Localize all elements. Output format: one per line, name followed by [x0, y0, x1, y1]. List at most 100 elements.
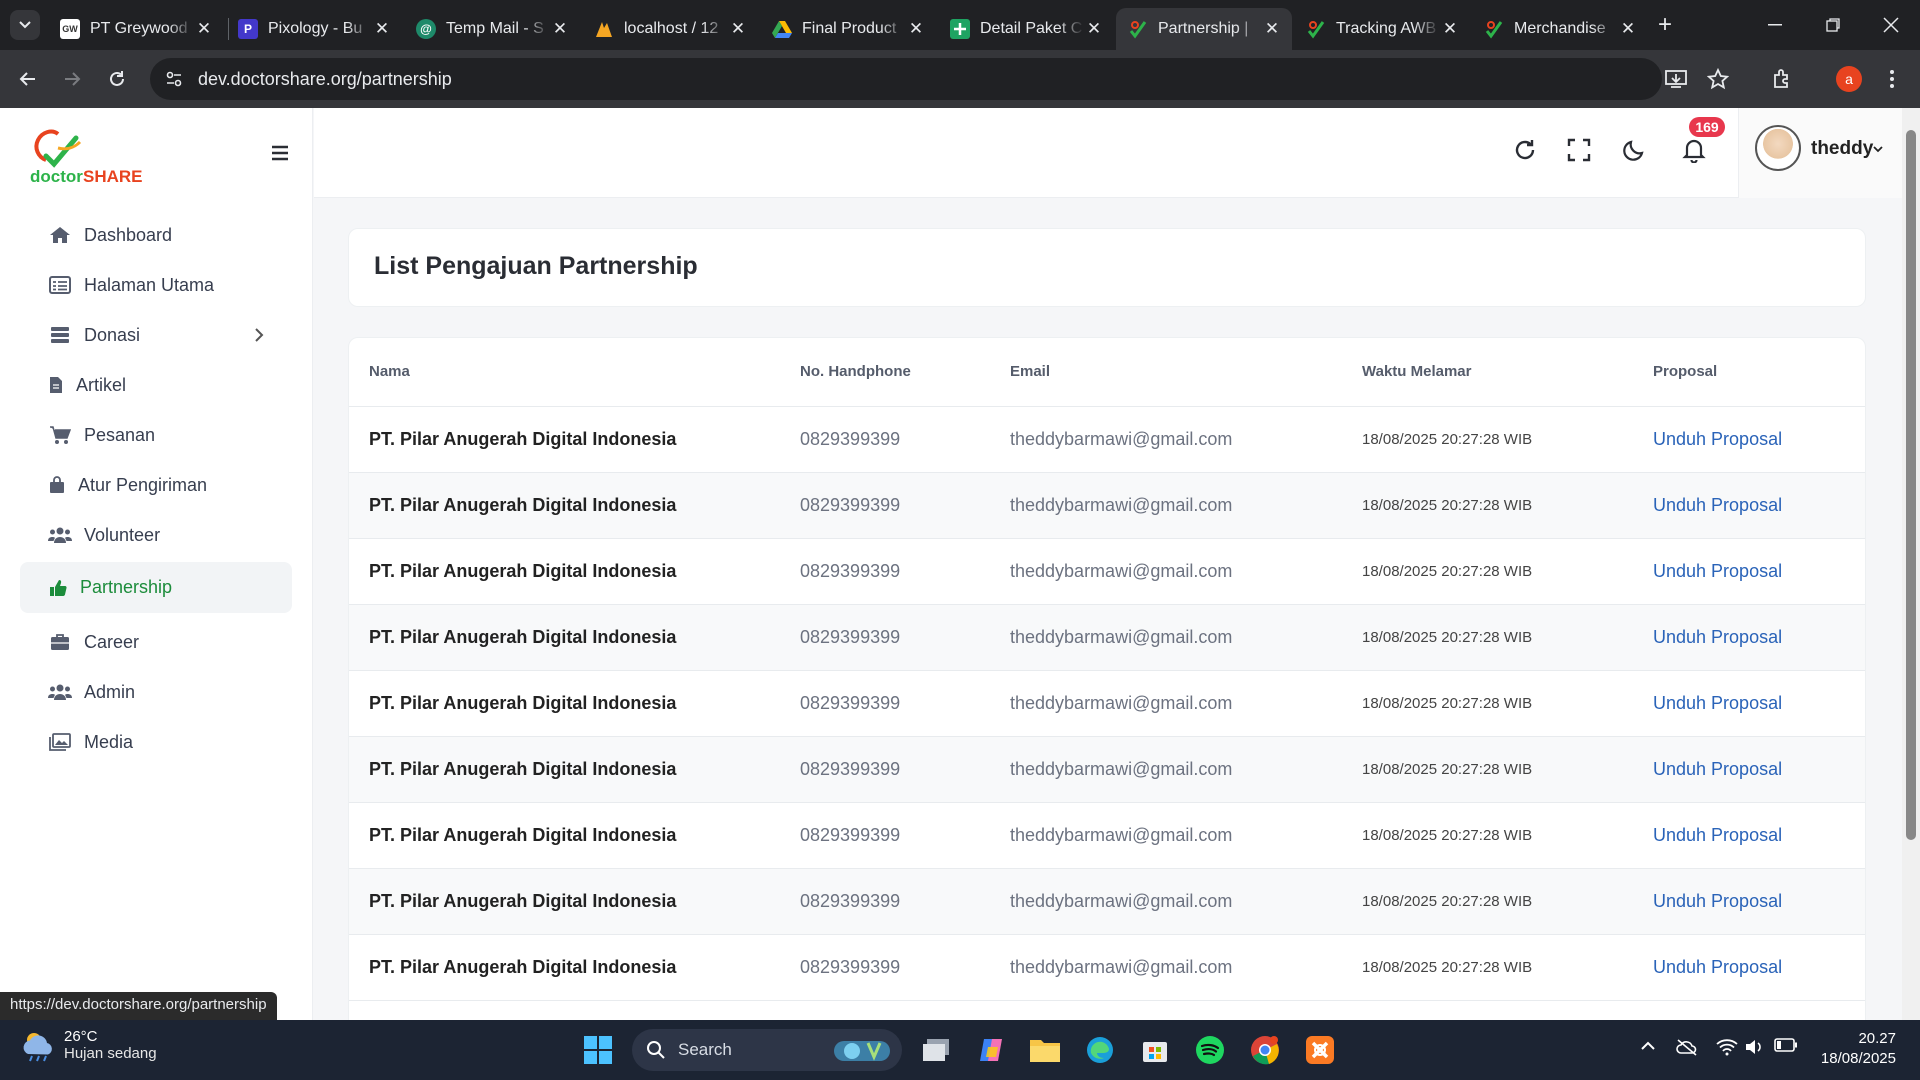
column-header-handphone[interactable]: No. Handphone	[780, 338, 990, 407]
close-icon[interactable]: ✕	[372, 19, 392, 39]
new-tab-button[interactable]: +	[1652, 11, 1678, 38]
search-label: Search	[678, 1040, 732, 1059]
download-proposal-link[interactable]: Unduh Proposal	[1633, 538, 1865, 605]
browser-menu-button[interactable]	[1876, 63, 1908, 95]
edge-button[interactable]	[1080, 1030, 1120, 1070]
close-icon[interactable]: ✕	[1084, 19, 1104, 39]
browser-tab[interactable]: @ Temp Mail - S ✕	[404, 8, 580, 50]
task-view-button[interactable]	[917, 1030, 957, 1070]
download-proposal-link[interactable]: Unduh Proposal	[1633, 670, 1865, 737]
xampp-button[interactable]	[1300, 1030, 1340, 1070]
spotify-icon	[1196, 1036, 1224, 1064]
address-bar[interactable]: dev.doctorshare.org/partnership	[150, 58, 1662, 100]
tab-search-button[interactable]	[10, 10, 40, 40]
sidebar-item-donasi[interactable]: Donasi	[20, 310, 292, 360]
volume-button[interactable]	[1744, 1038, 1764, 1061]
chevron-right-icon	[255, 328, 264, 342]
download-proposal-link[interactable]: Unduh Proposal	[1633, 406, 1865, 473]
back-button[interactable]	[10, 61, 46, 97]
sidebar-item-pesanan[interactable]: Pesanan	[20, 410, 292, 460]
page-scrollbar[interactable]	[1902, 108, 1920, 1020]
notification-count-badge: 169	[1689, 117, 1725, 137]
browser-tab[interactable]: Merchandise ✕	[1472, 8, 1648, 50]
sidebar-item-media[interactable]: Media	[20, 717, 292, 767]
browser-tab[interactable]: P Pixology - Bu ✕	[226, 8, 402, 50]
column-header-waktu-melamar[interactable]: Waktu Melamar	[1342, 338, 1633, 407]
browser-tab[interactable]: GW PT Greywood ✕	[48, 8, 224, 50]
download-proposal-link[interactable]: Unduh Proposal	[1633, 934, 1865, 1001]
file-explorer-button[interactable]	[1025, 1030, 1065, 1070]
refresh-button[interactable]	[1508, 133, 1542, 167]
close-icon[interactable]: ✕	[728, 19, 748, 39]
cell-email: theddybarmawi@gmail.com	[990, 736, 1342, 803]
column-header-email[interactable]: Email	[990, 338, 1342, 407]
close-icon[interactable]: ✕	[1440, 19, 1460, 39]
minimize-button[interactable]	[1746, 0, 1804, 50]
weather-widget[interactable]: 26°C Hujan sedang	[20, 1028, 157, 1062]
folder-icon	[1030, 1040, 1060, 1062]
microsoft-store-button[interactable]	[1135, 1030, 1175, 1070]
battery-button[interactable]	[1774, 1038, 1798, 1057]
scrollbar-thumb[interactable]	[1906, 130, 1916, 840]
close-window-button[interactable]	[1862, 0, 1920, 50]
doctorshare-logo[interactable]: doctor SHARE	[28, 126, 158, 186]
start-button[interactable]	[578, 1030, 618, 1070]
restore-button[interactable]	[1804, 0, 1862, 50]
close-icon[interactable]: ✕	[906, 19, 926, 39]
column-header-nama[interactable]: Nama	[349, 338, 780, 407]
hamburger-menu-button[interactable]	[268, 141, 292, 165]
sidebar-item-partnership[interactable]: Partnership	[20, 562, 292, 613]
chrome-button[interactable]	[1245, 1030, 1285, 1070]
wifi-button[interactable]	[1716, 1038, 1738, 1061]
cell-waktu-melamar: 18/08/2025 20:27:28 WIB	[1342, 472, 1633, 539]
close-icon[interactable]: ✕	[550, 19, 570, 39]
browser-tab[interactable]: localhost / 12 ✕	[582, 8, 758, 50]
browser-tab[interactable]: Detail Paket C ✕	[938, 8, 1114, 50]
site-info-icon[interactable]	[156, 61, 192, 97]
sidebar-item-dashboard[interactable]: Dashboard	[20, 210, 292, 260]
sidebar-item-halaman-utama[interactable]: Halaman Utama	[20, 260, 292, 310]
bookmark-button[interactable]	[1702, 63, 1734, 95]
reload-button[interactable]	[99, 61, 135, 97]
user-menu[interactable]: theddy	[1738, 108, 1902, 198]
download-proposal-link[interactable]: Unduh Proposal	[1633, 736, 1865, 803]
spotify-button[interactable]	[1190, 1030, 1230, 1070]
sidebar-item-admin[interactable]: Admin	[20, 667, 292, 717]
show-hidden-icons-button[interactable]	[1640, 1038, 1656, 1056]
browser-tab[interactable]: Final Product ✕	[760, 8, 936, 50]
extensions-button[interactable]	[1766, 63, 1798, 95]
close-icon[interactable]: ✕	[194, 19, 214, 39]
download-proposal-link[interactable]: Unduh Proposal	[1633, 868, 1865, 935]
browser-tab[interactable]: Tracking AWB ✕	[1294, 8, 1470, 50]
download-proposal-link[interactable]: Unduh Proposal	[1633, 802, 1865, 869]
copilot-button[interactable]	[971, 1030, 1011, 1070]
cart-icon	[48, 425, 72, 445]
close-icon[interactable]: ✕	[1618, 19, 1638, 39]
profile-avatar[interactable]: a	[1836, 66, 1862, 92]
stack-icon	[48, 325, 72, 345]
sidebar-item-career[interactable]: Career	[20, 617, 292, 667]
tab-title: Tracking AWB	[1336, 20, 1437, 37]
onedrive-button[interactable]	[1676, 1038, 1698, 1061]
dark-mode-toggle[interactable]	[1617, 133, 1651, 167]
install-app-button[interactable]	[1660, 63, 1692, 95]
fullscreen-icon	[1567, 138, 1591, 162]
fullscreen-button[interactable]	[1562, 133, 1596, 167]
tempmail-icon: @	[416, 19, 436, 39]
column-header-proposal[interactable]: Proposal	[1633, 338, 1865, 407]
taskbar-search[interactable]: Search	[632, 1029, 902, 1071]
sidebar-item-volunteer[interactable]: Volunteer	[20, 510, 292, 560]
close-icon[interactable]: ✕	[1262, 19, 1282, 39]
tab-title: Final Product	[802, 20, 897, 37]
tab-title: Detail Paket C	[980, 20, 1083, 37]
download-proposal-link[interactable]: Unduh Proposal	[1633, 604, 1865, 671]
sidebar-item-artikel[interactable]: Artikel	[20, 360, 292, 410]
forward-button[interactable]	[54, 61, 90, 97]
download-proposal-link[interactable]: Unduh Proposal	[1633, 472, 1865, 539]
sidebar-item-atur-pengiriman[interactable]: Atur Pengiriman	[20, 460, 292, 510]
notifications-button[interactable]	[1677, 133, 1711, 167]
cell-waktu-melamar: 18/08/2025 20:27:28 WIB	[1342, 538, 1633, 605]
system-clock[interactable]: 20.27 18/08/2025	[1812, 1029, 1896, 1069]
chevron-down-icon	[1873, 146, 1883, 153]
browser-tab-active[interactable]: Partnership | ✕	[1116, 8, 1292, 50]
